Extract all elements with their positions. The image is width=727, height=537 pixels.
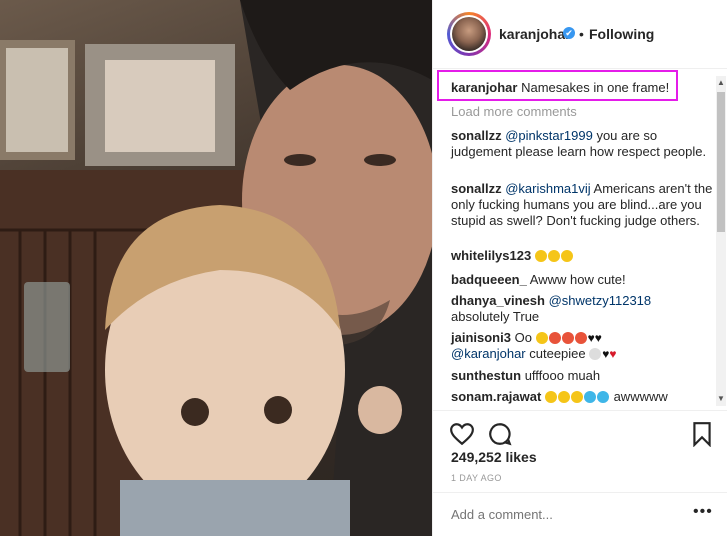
- scroll-down-arrow-icon[interactable]: ▼: [717, 394, 725, 404]
- man-eye-right: [364, 154, 396, 166]
- load-more-comments-link[interactable]: Load more comments: [451, 104, 577, 119]
- yellow-heart-emoji-icon: [557, 391, 570, 403]
- comment-mention[interactable]: @karishma1vij: [505, 181, 590, 196]
- blue-heart-emoji-icon: [596, 391, 609, 403]
- comment-text: ufffooo muah: [524, 368, 601, 383]
- comment-mention[interactable]: @pinkstar1999: [505, 128, 593, 143]
- verified-badge-icon: ✔: [563, 27, 575, 39]
- blue-heart-emoji-icon: [583, 391, 596, 403]
- comment-item: sonam.rajawat awwwww: [451, 389, 713, 405]
- caption-text: Namesakes in one frame!: [521, 80, 670, 95]
- comments-scrollbar[interactable]: ▲ ▼: [716, 76, 726, 406]
- heart-eyes-emoji-icon: [548, 332, 561, 344]
- likes-count[interactable]: 249,252 likes: [451, 449, 537, 465]
- comment-username[interactable]: whitelilys123: [451, 248, 531, 263]
- ok-hand-emoji-icon: [560, 250, 573, 262]
- post-photo[interactable]: [0, 0, 432, 536]
- comment-username[interactable]: sonam.rajawat: [451, 389, 541, 404]
- comment-item: whitelilys123: [451, 248, 713, 264]
- ok-hand-emoji-icon: [547, 250, 560, 262]
- comment-text: Oo: [514, 330, 532, 345]
- comment-text: awwwww: [613, 389, 668, 404]
- avatar-border: [450, 15, 488, 53]
- avatar[interactable]: [447, 12, 491, 56]
- heart-eyes-emoji-icon: [561, 332, 574, 344]
- comment-item: sunthestun ufffooo muah: [451, 368, 713, 384]
- following-button[interactable]: Following: [589, 26, 654, 42]
- add-comment-bar: •••: [433, 492, 727, 537]
- yellow-heart-emoji-icon: [570, 391, 583, 403]
- child-hand: [358, 386, 402, 434]
- comment-text: cuteepiee: [529, 346, 586, 361]
- post-side-panel: karanjohar ✔ • Following karanjohar Name…: [432, 0, 727, 536]
- comment-username[interactable]: sonallzz: [451, 128, 502, 143]
- scrollbar-thumb[interactable]: [717, 92, 725, 232]
- caption-username[interactable]: karanjohar: [451, 80, 517, 95]
- water-glass: [24, 282, 70, 372]
- framed-photo-center: [105, 60, 215, 152]
- avatar-image: [452, 17, 486, 51]
- man-eye-left: [284, 154, 316, 166]
- comment-mention[interactable]: @shwetzy112318: [549, 293, 652, 308]
- comment-item: sonallzz @karishma1vij Americans aren't …: [451, 181, 713, 229]
- caption: karanjohar Namesakes in one frame!: [451, 80, 713, 96]
- comment-username[interactable]: dhanya_vinesh: [451, 293, 545, 308]
- yellow-heart-emoji-icon: [544, 391, 557, 403]
- add-comment-input[interactable]: [451, 507, 671, 522]
- black-heart-icon: ♥: [602, 347, 610, 361]
- instagram-post: karanjohar ✔ • Following karanjohar Name…: [0, 0, 727, 536]
- scroll-up-arrow-icon[interactable]: ▲: [717, 78, 725, 88]
- bookmark-icon[interactable]: [689, 421, 715, 447]
- comment-item: sonallzz @pinkstar1999 you are so judgem…: [451, 128, 713, 160]
- ok-hand-emoji-icon: [534, 250, 547, 262]
- surprised-emoji-icon: [535, 332, 548, 344]
- post-timestamp[interactable]: 1 DAY AGO: [451, 473, 502, 483]
- black-heart-icon: ♥: [594, 331, 602, 345]
- heart-outline-icon[interactable]: [449, 421, 475, 447]
- comment-username[interactable]: jainisoni3: [451, 330, 511, 345]
- post-header: karanjohar ✔ • Following: [433, 0, 727, 69]
- comment-item: badqueeen_ Awww how cute!: [451, 272, 713, 288]
- comment-text: absolutely True: [451, 309, 540, 324]
- black-heart-icon: ♥: [587, 331, 595, 345]
- comment-item: dhanya_vinesh @shwetzy112318 absolutely …: [451, 293, 713, 325]
- post-actions-bar: [433, 410, 727, 451]
- child-shirt: [120, 480, 350, 536]
- child-eye-right: [264, 396, 292, 424]
- comment-mention[interactable]: @karanjohar: [451, 346, 526, 361]
- header-separator: •: [579, 26, 584, 42]
- child-eye-left: [181, 398, 209, 426]
- rose-icon: ♥: [609, 347, 617, 361]
- comment-username[interactable]: sonallzz: [451, 181, 502, 196]
- comment-username[interactable]: sunthestun: [451, 368, 521, 383]
- photo-illustration: [0, 0, 432, 536]
- comment-item: jainisoni3 Oo ♥♥ @karanjohar cuteepiee ♥…: [451, 330, 713, 362]
- framed-photo-left: [6, 48, 68, 152]
- speech-bubble-icon[interactable]: [487, 421, 513, 447]
- heart-eyes-emoji-icon: [574, 332, 587, 344]
- bunny-emoji-icon: [589, 348, 602, 360]
- comment-text: Awww how cute!: [529, 272, 626, 287]
- more-options-icon[interactable]: •••: [693, 503, 713, 521]
- comment-username[interactable]: badqueeen_: [451, 272, 527, 287]
- header-username-link[interactable]: karanjohar: [499, 26, 571, 42]
